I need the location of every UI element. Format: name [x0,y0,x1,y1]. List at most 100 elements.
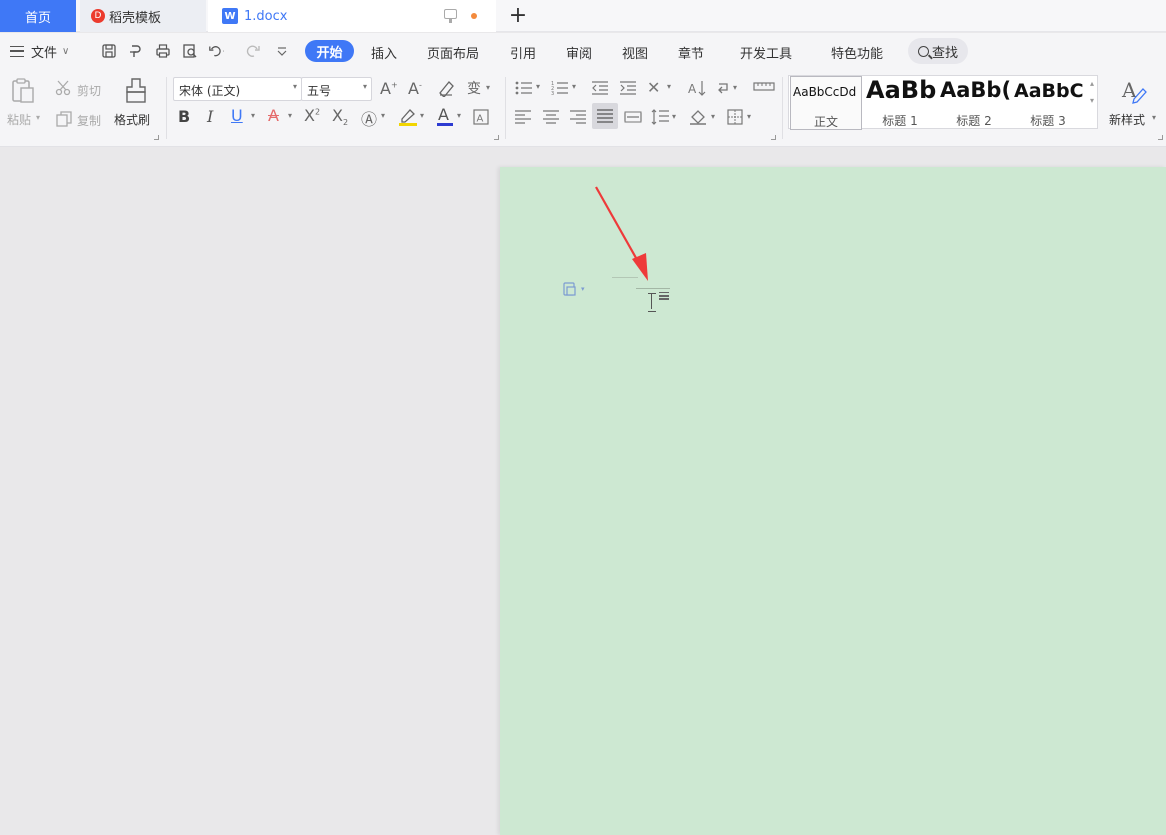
paragraph-group-expander[interactable] [771,135,776,140]
chinese-layout-icon[interactable]: ✕ ▾ [647,78,675,99]
scroll-down-icon[interactable]: ▾ [1090,96,1098,105]
underline-dropdown-icon[interactable]: ▾ [251,111,255,120]
numbered-list-icon[interactable]: 1 2 3 ▾ [551,80,581,99]
chevron-down-icon: ▾ [362,82,367,91]
bold-button[interactable]: B [178,107,190,126]
tab-special-features[interactable]: 特色功能 [831,43,883,62]
style-heading-2-sample: AaBb( [940,78,1010,102]
file-menu-button[interactable]: 文件 ∨ [10,42,69,61]
format-painter-button[interactable]: 格式刷 [114,111,150,128]
styles-group-expander[interactable] [1158,135,1163,140]
screen-icon[interactable] [444,9,457,23]
style-heading-3-label: 标题 3 [1030,114,1066,128]
phonetic-guide-icon[interactable]: 变 ▾ [466,79,494,100]
strikethrough-dropdown-icon[interactable]: ▾ [288,111,292,120]
subscript-button[interactable]: X2 [332,106,348,127]
tab-home[interactable]: 首页 [0,0,76,32]
tab-insert[interactable]: 插入 [371,43,397,62]
print-preview-icon[interactable] [181,42,199,60]
superscript-button[interactable]: X2 [304,106,320,125]
highlight-dropdown-icon[interactable]: ▾ [420,111,424,120]
separator [505,77,506,139]
text-effect-button[interactable]: Ⓐ [361,106,377,130]
search-button[interactable]: 查找 [908,38,968,64]
align-center-icon[interactable] [542,109,560,128]
customize-toolbar-icon[interactable] [273,42,291,60]
font-color-dropdown-icon[interactable]: ▾ [457,111,461,120]
tab-template[interactable]: D 稻壳模板 [80,0,206,32]
show-hide-marks-icon[interactable]: ▾ [717,80,745,99]
table-ruler-icon[interactable] [753,80,775,97]
tab-references[interactable]: 引用 [510,43,536,62]
scroll-up-icon[interactable]: ▴ [1090,79,1098,88]
new-style-dropdown-icon[interactable]: ▾ [1152,113,1156,122]
char-border-icon[interactable]: A [472,108,490,129]
annotation-arrow [595,186,648,281]
text-effect-dropdown-icon[interactable]: ▾ [381,111,385,120]
text-cursor-icon [648,293,656,312]
paste-icon[interactable] [10,77,36,108]
tab-template-label: 稻壳模板 [109,10,162,26]
style-heading-2[interactable]: AaBb( 标题 2 [938,76,1010,130]
tab-developer[interactable]: 开发工具 [740,43,792,62]
save-icon[interactable] [100,42,118,60]
new-style-button[interactable]: 新样式 [1109,111,1145,128]
increase-font-size-icon[interactable]: A+ [380,79,398,98]
decrease-font-size-icon[interactable]: A- [408,79,422,98]
format-painter-icon [124,77,148,108]
font-size-select[interactable]: 五号 ▾ [301,77,372,101]
style-heading-3-sample: AaBbC( [1014,80,1084,102]
menu-bar: 文件 ∨ · 开始 插入 页面布局 引用 审阅 视图 章节 开发工具 特色功能 … [0,33,1166,69]
tab-bar: 首页 D 稻壳模板 W 1.docx + [0,0,1166,32]
clipboard-group-expander[interactable] [154,135,159,140]
align-right-icon[interactable] [569,109,587,128]
bullet-list-icon[interactable]: ▾ [515,80,545,99]
underline-button[interactable]: U [231,106,243,125]
svg-text:▾: ▾ [536,82,540,91]
font-name-select[interactable]: 宋体 (正文) ▾ [173,77,302,101]
unsaved-dot-icon [471,13,477,19]
paste-dropdown-icon[interactable]: ▾ [36,113,40,122]
borders-icon[interactable]: ▾ [727,108,757,129]
style-heading-1[interactable]: AaBb 标题 1 [864,76,936,130]
clear-format-icon[interactable] [437,79,457,100]
export-icon[interactable] [127,42,145,60]
print-icon[interactable] [154,42,172,60]
undo-icon[interactable]: · [208,42,226,60]
svg-text:A: A [688,82,697,96]
font-group-expander[interactable] [494,135,499,140]
strikethrough-button[interactable]: A [268,106,279,125]
svg-text:A: A [438,105,449,124]
distribute-align-icon[interactable] [624,109,642,128]
copy-button[interactable]: 复制 [77,112,101,129]
ribbon-toolbar: 粘贴 ▾ 剪切 复制 格式刷 宋体 (正文) ▾ 五号 ▾ A+ A- 变 ▾ B… [0,69,1166,147]
increase-indent-icon[interactable] [619,80,637,99]
align-left-icon[interactable] [514,109,532,128]
shading-icon[interactable]: ▾ [689,108,719,129]
highlight-color-button[interactable] [397,107,419,130]
redo-icon[interactable] [244,42,262,60]
style-normal[interactable]: AaBbCcDd 正文 [790,76,862,130]
tab-start[interactable]: 开始 [305,40,354,62]
search-label: 查找 [931,45,958,61]
font-color-button[interactable]: A [435,105,455,130]
new-tab-button[interactable]: + [508,2,528,28]
paste-options-icon[interactable]: ▾ [563,282,589,296]
italic-button[interactable]: I [207,107,213,126]
tab-chapter[interactable]: 章节 [678,43,704,62]
cut-button[interactable]: 剪切 [77,82,101,99]
tab-review[interactable]: 审阅 [566,43,592,62]
tab-page-layout[interactable]: 页面布局 [427,43,479,62]
svg-text:▾: ▾ [733,83,737,92]
tab-document[interactable]: W 1.docx [208,0,496,32]
svg-text:▾: ▾ [667,82,671,91]
justify-button[interactable] [592,103,618,129]
style-heading-1-sample: AaBb [866,76,936,104]
line-spacing-icon[interactable]: ▾ [651,108,679,129]
decrease-indent-icon[interactable] [591,80,609,99]
sort-icon[interactable]: A [688,79,708,100]
style-gallery-scroll[interactable]: ▴ ▾ [1090,79,1098,125]
style-heading-3[interactable]: AaBbC( 标题 3 [1012,76,1084,130]
paste-button[interactable]: 粘贴 [7,111,31,128]
tab-view[interactable]: 视图 [622,43,648,62]
